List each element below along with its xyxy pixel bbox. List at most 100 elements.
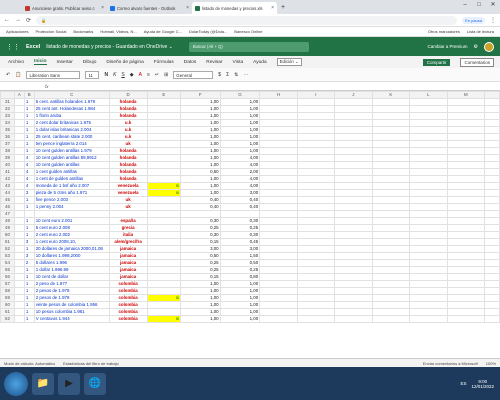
cell-total[interactable]: 4,00	[219, 161, 261, 169]
cell-price[interactable]: 1,00	[180, 140, 221, 148]
cell-flag[interactable]	[146, 105, 182, 113]
cell[interactable]	[484, 154, 500, 162]
cell[interactable]	[13, 154, 25, 162]
cell[interactable]	[371, 308, 411, 316]
ribbon-tab[interactable]: Inicio	[34, 59, 47, 65]
cell-description[interactable]: 1 cent euro 2008,10,	[33, 238, 110, 246]
cell[interactable]	[409, 140, 448, 148]
cell[interactable]	[259, 280, 298, 288]
cell-qty[interactable]: 4	[23, 161, 35, 169]
cell-country[interactable]	[108, 210, 148, 218]
cell-qty[interactable]: 1	[23, 112, 35, 120]
cell[interactable]	[409, 238, 448, 246]
cell[interactable]	[13, 315, 25, 323]
cell-qty[interactable]: 1	[23, 315, 35, 323]
cell[interactable]	[484, 224, 500, 232]
cell-price[interactable]: 1,00	[180, 105, 221, 113]
cell[interactable]	[334, 315, 373, 323]
cell[interactable]	[296, 182, 336, 190]
comments-button[interactable]: Comentarios	[460, 57, 494, 67]
feedback-link[interactable]: Enviar comentarios a Microsoft	[423, 361, 478, 366]
cell-total[interactable]: 1,00	[219, 287, 261, 295]
cell-total[interactable]: 1,00	[219, 119, 261, 127]
row-number[interactable]: 41	[0, 168, 15, 176]
cell[interactable]	[484, 189, 500, 197]
cell-total[interactable]: 2,00	[219, 168, 261, 176]
cell-price[interactable]: 1,00	[180, 133, 221, 141]
cell-flag[interactable]	[146, 301, 182, 309]
cell[interactable]	[13, 161, 25, 169]
browser-tab[interactable]: Correo alvaro fuentes - Outlook ×	[107, 2, 192, 14]
cell[interactable]	[296, 161, 336, 169]
cell-price[interactable]: 1,00	[180, 189, 221, 197]
cell[interactable]	[484, 287, 500, 295]
cell[interactable]	[484, 308, 500, 316]
cell[interactable]	[446, 315, 486, 323]
cell[interactable]	[334, 119, 373, 127]
cell[interactable]	[296, 294, 336, 302]
cell[interactable]	[371, 210, 411, 218]
cell-total[interactable]: 1,00	[219, 133, 261, 141]
cell[interactable]	[334, 112, 373, 120]
cell-qty[interactable]: 1	[23, 217, 35, 225]
bold-icon[interactable]: N	[104, 72, 108, 78]
cell[interactable]	[334, 280, 373, 288]
cell-total[interactable]	[219, 210, 261, 218]
cell[interactable]	[409, 315, 448, 323]
cell[interactable]	[296, 266, 336, 274]
cell-price[interactable]: 0,40	[180, 196, 221, 204]
italic-icon[interactable]: K	[113, 72, 116, 78]
cell-country[interactable]: uk	[108, 140, 148, 148]
cell[interactable]	[371, 224, 411, 232]
cell-description[interactable]: 1 florin aruba	[33, 112, 110, 120]
row-number[interactable]: 58	[0, 287, 15, 295]
column-header[interactable]: C	[33, 91, 110, 99]
bookmark-item[interactable]: Otros marcadores	[428, 29, 460, 34]
cell-country[interactable]: uk	[108, 203, 148, 211]
cell[interactable]	[484, 294, 500, 302]
cell[interactable]	[13, 119, 25, 127]
cell-price[interactable]: 1,00	[180, 301, 221, 309]
cell[interactable]	[371, 133, 411, 141]
cell[interactable]	[409, 98, 448, 106]
row-number[interactable]: 38	[0, 147, 15, 155]
row-number[interactable]: 46	[0, 203, 15, 211]
cell[interactable]	[334, 238, 373, 246]
row-number[interactable]: 42	[0, 175, 15, 183]
cell[interactable]	[259, 315, 298, 323]
fill-color-icon[interactable]: ◆	[130, 72, 134, 78]
cell-country[interactable]: jamaica	[108, 259, 148, 267]
cell-country[interactable]: uk	[108, 196, 148, 204]
cell[interactable]	[296, 126, 336, 134]
cell[interactable]	[409, 224, 448, 232]
cell-qty[interactable]: 2	[23, 259, 35, 267]
cell[interactable]	[409, 231, 448, 239]
row-number[interactable]: 34	[0, 119, 15, 127]
row-number[interactable]: 62	[0, 315, 15, 323]
cell[interactable]	[334, 203, 373, 211]
cell-flag[interactable]: si	[146, 189, 182, 197]
cell-price[interactable]: 0,30	[180, 217, 221, 225]
cell[interactable]	[13, 105, 25, 113]
ribbon-tab[interactable]: Archivo	[8, 60, 24, 65]
cell[interactable]	[259, 224, 298, 232]
paste-icon[interactable]: 📋	[15, 72, 21, 78]
document-title[interactable]: listado de monedas y precios - Guardado …	[46, 44, 172, 50]
cell-qty[interactable]: 1	[23, 98, 35, 106]
cell[interactable]	[13, 224, 25, 232]
cell[interactable]	[371, 119, 411, 127]
cell-qty[interactable]: 3	[23, 189, 35, 197]
cell[interactable]	[409, 301, 448, 309]
cell[interactable]	[446, 280, 486, 288]
cell[interactable]	[446, 189, 486, 197]
cell[interactable]	[259, 231, 298, 239]
cell-total[interactable]: 1,00	[219, 105, 261, 113]
cell-description[interactable]: 1 dollar 1.996.99	[33, 266, 110, 274]
search-box[interactable]: Buscar (Alt + Q)	[188, 41, 309, 52]
cell[interactable]	[334, 266, 373, 274]
column-header[interactable]	[0, 91, 15, 99]
column-header[interactable]: A	[13, 91, 25, 99]
cell[interactable]	[409, 196, 448, 204]
ribbon-tab[interactable]: Fórmulas	[154, 60, 174, 65]
cell-country[interactable]: italia	[108, 231, 148, 239]
